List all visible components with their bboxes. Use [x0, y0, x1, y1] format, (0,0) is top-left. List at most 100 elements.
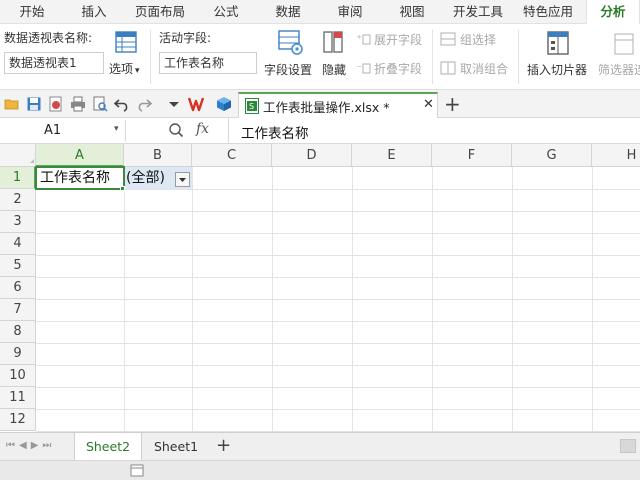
document-tab[interactable]: S 工作表批量操作.xlsx * ✕ [238, 92, 438, 118]
row-header-4[interactable]: 4 [0, 233, 36, 255]
cell-reference: A1 [44, 123, 62, 138]
insert-slicer-button[interactable]: 插入切片器 [527, 61, 587, 78]
open-folder-icon[interactable] [4, 96, 20, 112]
row-header-3[interactable]: 3 [0, 211, 36, 233]
document-title: 工作表批量操作.xlsx * [263, 100, 390, 115]
filter-connections-button[interactable]: 筛选器连 [598, 61, 640, 78]
tab-view[interactable]: 视图 [382, 0, 442, 24]
page-icon[interactable] [130, 464, 144, 477]
gridline [36, 365, 640, 366]
fx-button[interactable]: fx [196, 121, 209, 137]
gridline [432, 167, 433, 432]
options-button[interactable]: 选项 ▾ [109, 60, 140, 77]
row-header-8[interactable]: 8 [0, 321, 36, 343]
gridline [272, 167, 273, 432]
tab-page-layout[interactable]: 页面布局 [126, 0, 194, 24]
prev-sheet-icon[interactable]: ◀ [19, 440, 31, 451]
options-button-label: 选项 [109, 62, 134, 76]
formula-input[interactable]: 工作表名称 [228, 118, 640, 144]
ungroup-icon [440, 61, 456, 75]
tab-developer[interactable]: 开发工具 [444, 0, 512, 24]
column-header-g[interactable]: G [512, 144, 592, 167]
column-header-a[interactable]: A [36, 144, 124, 167]
sheet-nav-arrows[interactable]: ⏮◀▶⏭ [6, 440, 55, 451]
ungroup-button[interactable]: 取消组合 [460, 60, 508, 77]
row-header-5[interactable]: 5 [0, 255, 36, 277]
row-header-7[interactable]: 7 [0, 299, 36, 321]
export-pdf-icon[interactable] [48, 96, 64, 112]
spreadsheet-grid[interactable]: A B C D E F G H 1 2 3 4 5 6 7 8 9 10 11 … [0, 144, 640, 432]
gridline [36, 387, 640, 388]
wps-logo-icon[interactable] [187, 96, 208, 112]
new-tab-button[interactable]: + [444, 92, 461, 116]
tab-insert[interactable]: 插入 [64, 0, 124, 24]
ribbon-divider [150, 30, 151, 84]
row-header-6[interactable]: 6 [0, 277, 36, 299]
column-header-c[interactable]: C [192, 144, 272, 167]
options-icon[interactable] [113, 30, 139, 54]
horizontal-scrollbar[interactable] [620, 439, 636, 453]
tab-data[interactable]: 数据 [258, 0, 318, 24]
status-bar [0, 460, 640, 480]
formula-bar: A1 ▾ fx 工作表名称 [0, 118, 640, 144]
svg-text:S: S [249, 102, 254, 111]
field-settings-button[interactable]: 字段设置 [264, 61, 312, 78]
print-preview-icon[interactable] [92, 96, 108, 112]
collapse-field-button[interactable]: 折叠字段 [374, 60, 422, 77]
print-icon[interactable] [70, 96, 86, 112]
hide-button[interactable]: 隐藏 [322, 61, 346, 78]
row-header-12[interactable]: 12 [0, 409, 36, 431]
cube-icon[interactable] [216, 96, 232, 112]
pivot-filter-dropdown[interactable] [175, 172, 190, 187]
ribbon-divider [518, 30, 519, 84]
menu-bar: 开始 插入 页面布局 公式 数据 审阅 视图 开发工具 特色应用 分析 [0, 0, 640, 25]
group-selection-button[interactable]: 组选择 [460, 31, 496, 48]
row-header-1[interactable]: 1 [0, 167, 36, 189]
redo-icon[interactable] [136, 96, 153, 112]
row-header-9[interactable]: 9 [0, 343, 36, 365]
next-sheet-icon[interactable]: ▶ [31, 440, 43, 451]
column-header-e[interactable]: E [352, 144, 432, 167]
close-tab-icon[interactable]: ✕ [423, 97, 434, 112]
column-header-f[interactable]: F [432, 144, 512, 167]
pivot-name-input[interactable]: 数据透视表1 [4, 52, 104, 74]
select-all-corner[interactable] [0, 144, 36, 167]
field-settings-icon[interactable] [276, 28, 304, 56]
row-header-2[interactable]: 2 [0, 189, 36, 211]
first-sheet-icon[interactable]: ⏮ [6, 440, 19, 451]
row-header-10[interactable]: 10 [0, 365, 36, 387]
active-field-input[interactable]: 工作表名称 [159, 52, 257, 74]
sheet-tab-sheet2[interactable]: Sheet2 [74, 433, 142, 460]
column-header-d[interactable]: D [272, 144, 352, 167]
fill-handle[interactable] [120, 186, 125, 191]
sheet-tab-sheet1[interactable]: Sheet1 [144, 433, 208, 460]
gridline [36, 255, 640, 256]
ribbon-divider [432, 30, 433, 84]
tab-special[interactable]: 特色应用 [514, 0, 582, 24]
tab-formulas[interactable]: 公式 [196, 0, 256, 24]
zoom-search-icon[interactable] [168, 122, 184, 138]
gridline [36, 277, 640, 278]
tab-analyze[interactable]: 分析 [586, 0, 640, 25]
row-header-11[interactable]: 11 [0, 387, 36, 409]
add-sheet-button[interactable]: + [216, 435, 231, 457]
save-icon[interactable] [26, 96, 42, 112]
hide-icon[interactable] [322, 30, 344, 54]
column-header-h[interactable]: H [592, 144, 640, 167]
customize-dropdown-icon[interactable] [166, 96, 182, 112]
gridline [36, 299, 640, 300]
name-box[interactable]: A1 ▾ [0, 120, 126, 142]
column-header-b[interactable]: B [124, 144, 192, 167]
tab-review[interactable]: 审阅 [320, 0, 380, 24]
spreadsheet-file-icon: S [245, 98, 259, 114]
cell-b1[interactable]: (全部) [126, 168, 165, 188]
insert-slicer-icon[interactable] [545, 30, 571, 56]
gridline [36, 343, 640, 344]
active-cell-cursor [35, 166, 125, 190]
expand-field-button[interactable]: 展开字段 [374, 31, 422, 48]
tab-home[interactable]: 开始 [4, 0, 60, 24]
last-sheet-icon[interactable]: ⏭ [42, 440, 55, 451]
undo-icon[interactable] [113, 96, 130, 112]
expand-field-icon: ⁺ [355, 32, 371, 46]
chevron-down-icon[interactable]: ▾ [114, 124, 119, 134]
